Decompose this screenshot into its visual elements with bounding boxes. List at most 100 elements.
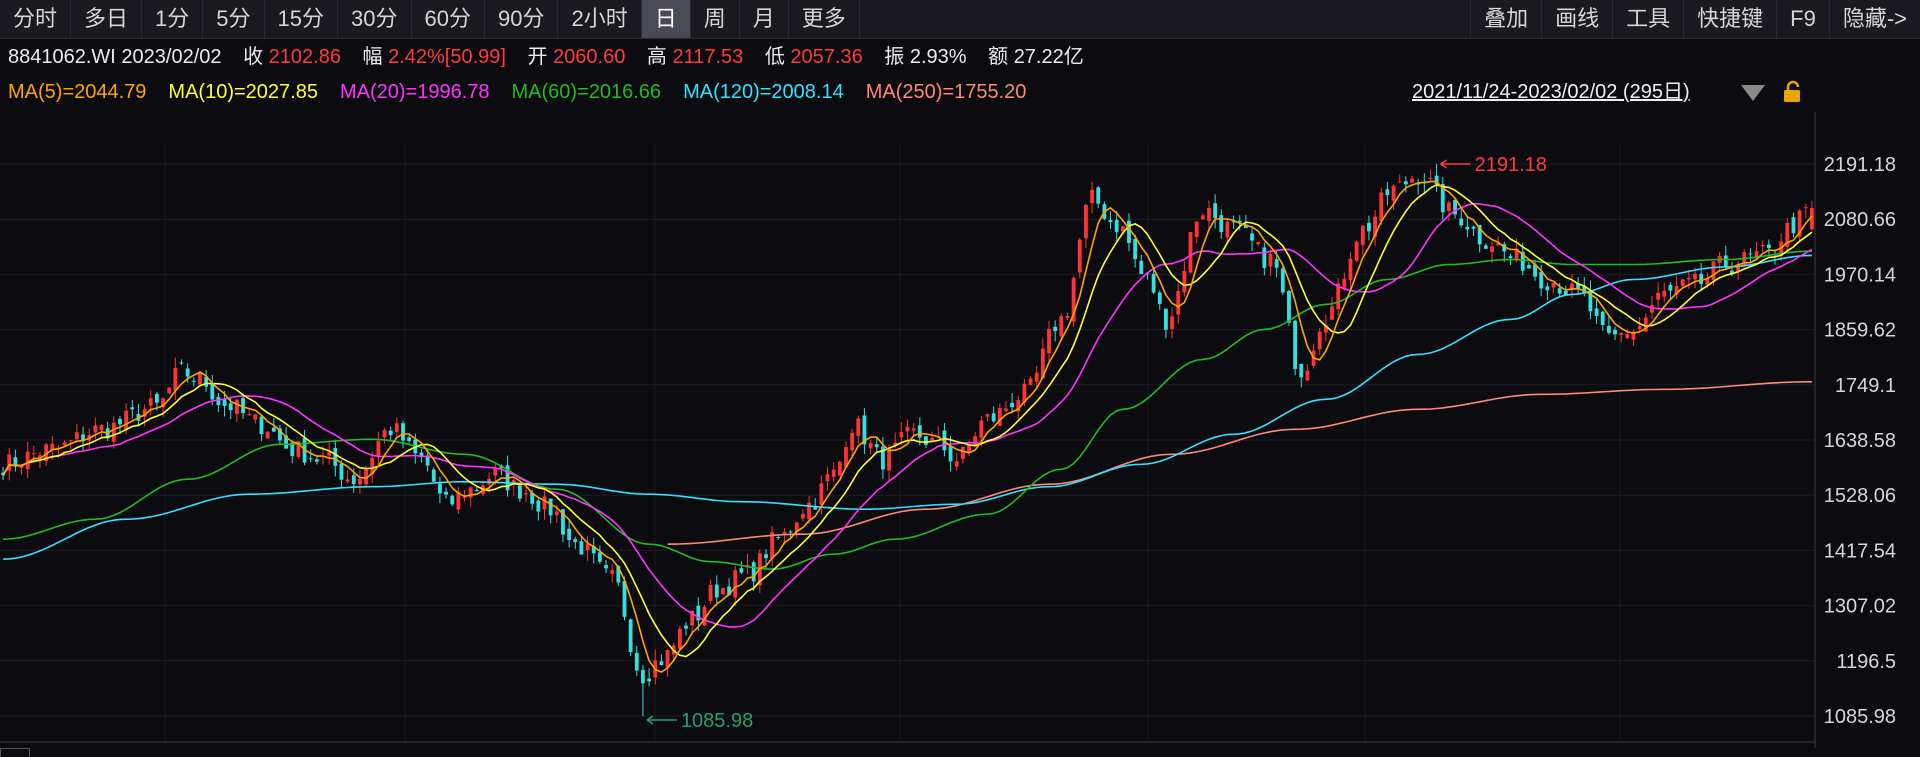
period-tab[interactable]: 30分 [338,0,412,38]
candle-body [1397,181,1402,183]
candle-body [684,625,688,629]
candle-body [1551,282,1556,288]
tool-button[interactable]: 快捷键 [1683,0,1776,38]
candle-body [1256,241,1261,245]
candle-body [376,441,381,457]
candle-body [1803,207,1808,209]
y-tick-label: 1528.06 [1824,485,1896,507]
candle-body [917,425,922,438]
candle-body [573,539,578,543]
candle-body [130,407,135,410]
candle-body [1379,192,1384,222]
ma-label: MA(10)=2027.85 [168,81,318,103]
candle-body [1791,217,1796,234]
ma-label: MA(20)=1996.78 [339,81,490,103]
candle-body [191,380,196,382]
period-tab[interactable]: 更多 [789,0,860,38]
period-tabs: 分时 多日 1分 5分 15分 30分 60分 90分 2小时日周月更多 [0,0,860,38]
tool-button[interactable]: 叠加 [1470,0,1541,38]
candle-body [1342,278,1347,288]
y-tick-label: 1638.58 [1824,430,1896,452]
candle-body [474,490,479,492]
period-tab[interactable]: 分时 [0,0,72,38]
candle-body [1287,290,1291,323]
candle-body [1428,177,1433,179]
candle-body [1539,271,1544,289]
y-tick-label: 1307.02 [1824,596,1896,618]
candle-body [1385,189,1390,196]
candle-body [1151,273,1156,293]
low-value: 2057.36 [790,46,863,68]
period-tab[interactable]: 周 [691,0,740,38]
candle-body [167,387,172,394]
candle-body [93,425,98,433]
candle-body [856,418,861,436]
candle-body [1133,239,1138,260]
candle-body [234,399,239,415]
candle-body [253,414,258,420]
lock-icon[interactable] [1781,80,1805,104]
amplitude-label: 振 [884,46,905,68]
candle-body [1225,221,1230,238]
tool-button[interactable]: 画线 [1541,0,1612,38]
candle-body [1317,331,1322,350]
candle-body [776,536,781,538]
candle-body [782,531,787,534]
candle-body [1096,187,1101,204]
close-value: 2102.86 [268,46,341,68]
tool-button[interactable]: F9 [1776,0,1829,38]
y-tick-label: 1970.14 [1824,264,1896,286]
tool-button[interactable]: 隐藏-> [1828,0,1920,38]
candle-body [99,424,104,431]
period-tab[interactable]: 1分 [142,0,204,38]
candle-body [185,368,190,377]
date-range[interactable]: 2021/11/24-2023/02/02 (295日) [1412,79,1690,105]
period-tab[interactable]: 2小时 [558,0,642,38]
candle-body [1182,271,1187,293]
candle-body [850,432,855,451]
candle-body [831,469,836,477]
period-tab[interactable]: 15分 [265,0,339,38]
candle-body [382,430,387,438]
candle-body [228,403,233,411]
period-tab[interactable]: 60分 [412,0,485,38]
high-value: 2117.53 [672,46,744,68]
candle-body [173,367,178,391]
period-tab[interactable]: 5分 [203,0,265,38]
candle-body [1662,290,1667,297]
candle-body [339,463,344,480]
amplitude-value: 2.93% [909,46,967,68]
candle-body [1268,253,1273,267]
candle-body [721,587,725,595]
period-tab[interactable]: 日 [641,0,691,38]
candle-body [1090,189,1094,203]
y-tick-label: 2080.66 [1824,209,1896,231]
candle-body [1360,225,1365,245]
high-annotation: 2191.18 [1475,154,1547,176]
candle-body [74,432,79,440]
candle-body [819,483,824,505]
candle-body [1305,370,1310,381]
tool-button[interactable]: 工具 [1612,0,1683,38]
candle-body [1127,220,1131,244]
candle-body [1594,308,1599,317]
period-tab[interactable]: 多日 [71,0,143,38]
candle-body [610,570,615,574]
period-tab[interactable]: 90分 [485,0,559,38]
close-label: 收 [243,46,264,68]
candle-body [247,414,252,416]
candle-body [899,432,904,438]
candle-body [111,422,116,442]
candle-body [1200,215,1205,220]
period-tab[interactable]: 月 [740,0,789,38]
high-arrow [1440,159,1471,169]
right-tools: 叠加 画线 工具 快捷键 F9 隐藏-> [1470,0,1920,38]
candle-body [628,619,633,653]
candlestick-chart[interactable]: 2191.18 2080.66 1970.14 1859.62 1749.1 1638.5… [0,112,1920,748]
candle-body [154,393,159,403]
candle-body [1613,329,1617,335]
high-label: 高 [646,46,667,68]
candle-body [708,584,713,602]
candle-body [1619,332,1624,335]
chevron-down-icon[interactable] [1740,84,1766,102]
